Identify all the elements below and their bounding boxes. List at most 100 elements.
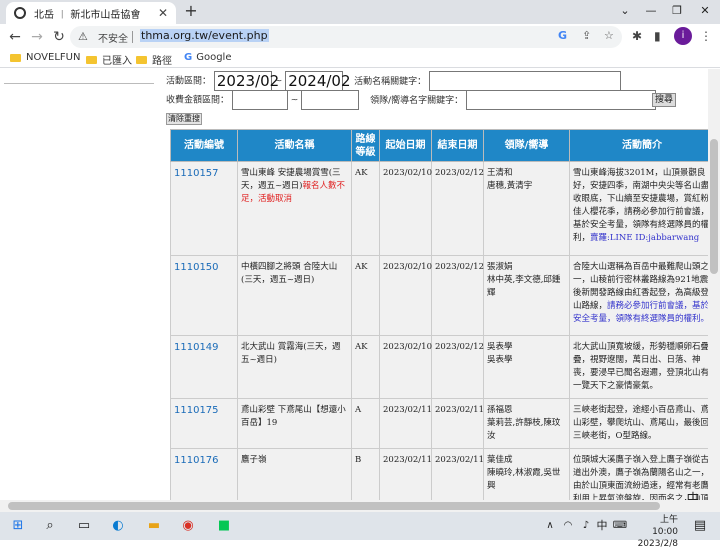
name-keyword-label: 活動名稱關鍵字：: [354, 76, 427, 87]
google-lens-icon[interactable]: G: [558, 29, 567, 42]
reload-icon[interactable]: ↻: [50, 28, 68, 46]
extensions-icon[interactable]: ✱: [632, 29, 642, 43]
col-header-id[interactable]: 活動編號: [170, 129, 238, 162]
new-tab-button[interactable]: +: [182, 2, 200, 20]
folder-icon: [10, 53, 21, 62]
chrome-icon[interactable]: ◉: [178, 516, 198, 536]
google-icon: G: [184, 52, 193, 63]
event-id-link[interactable]: 1110150: [170, 255, 238, 336]
edge-icon[interactable]: ◐: [108, 516, 128, 536]
event-start: 2023/02/11: [379, 398, 432, 449]
search-button[interactable]: 搜尋: [652, 93, 676, 107]
table-row: 1110157 雪山東峰 安捷農場賞雪(三天，週五~週日)報名人數不足，活動取消…: [170, 161, 708, 256]
window-close-button[interactable]: ✕: [690, 0, 720, 24]
event-table: 活動編號 活動名稱 路線等級 起始日期 結束日期 領隊/嚮導 活動簡介 1110…: [170, 129, 708, 500]
event-id-link[interactable]: 1110175: [170, 398, 238, 449]
vertical-scroll-thumb[interactable]: [710, 139, 718, 274]
bookmark-google[interactable]: G Google: [184, 52, 231, 63]
event-name: 中橫四腳之將頭 合陸大山(三天，週五~週日): [237, 255, 352, 336]
event-leaders: 張淑娟 林中英,李文德,邱鍾輝: [483, 255, 570, 336]
chinese-input-icon[interactable]: 中: [682, 489, 704, 500]
windows-start-icon[interactable]: ⊞: [8, 516, 28, 536]
task-view-icon[interactable]: ▭: [74, 516, 94, 536]
event-name: 雪山東峰 安捷農場賞雪(三天，週五~週日)報名人數不足，活動取消: [237, 161, 352, 256]
wifi-icon[interactable]: ◠: [558, 516, 578, 536]
event-id-link[interactable]: 1110176: [170, 448, 238, 500]
leader-keyword-label: 領隊/嚮導名字關鍵字：: [370, 95, 464, 106]
ime-indicator[interactable]: 中: [592, 516, 612, 536]
web-page: 活動區間： 2023/02 ~ 2024/02 活動名稱關鍵字： 收費金額區間：…: [0, 69, 708, 500]
table-row: 1110176 鷹子嶺 B 2023/02/11 2023/02/11 葉佳成 …: [170, 448, 708, 500]
windows-taskbar: ⊞ ⌕ ▭ ◐ ▬ ◉ ■ ∧ ◠ ♪ 中 ⌨ 上午 10:00 2023/2/…: [0, 512, 720, 549]
date-from-select[interactable]: 2023/02: [213, 71, 279, 91]
clear-button[interactable]: 清除重搜: [166, 113, 202, 125]
col-header-intro[interactable]: 活動簡介: [569, 129, 708, 162]
event-name: 北大武山 賞霧海(三天，週五~週日): [237, 335, 352, 399]
profile-avatar[interactable]: i: [674, 27, 692, 45]
url-text[interactable]: thma.org.tw/event.php: [140, 29, 269, 42]
col-header-start[interactable]: 起始日期: [379, 129, 432, 162]
event-name: 鳶山彩壁 下鳶尾山【想還小百岳】19: [237, 398, 352, 449]
clock-time: 上午 10:00: [652, 515, 678, 537]
horizontal-scrollbar[interactable]: [0, 500, 720, 512]
event-content: 活動區間： 2023/02 ~ 2024/02 活動名稱關鍵字： 收費金額區間：…: [166, 69, 708, 500]
search-icon[interactable]: ⌕: [40, 516, 60, 536]
side-panel-icon[interactable]: ▮: [654, 29, 661, 43]
table-header-row: 活動編號 活動名稱 路線等級 起始日期 結束日期 領隊/嚮導 活動簡介: [170, 129, 708, 162]
active-tab[interactable]: 北岳 ︱ 新北市山岳協會 ✕: [6, 2, 176, 24]
divider: [132, 31, 133, 43]
name-keyword-input[interactable]: [428, 71, 621, 91]
line-app-icon[interactable]: ■: [214, 516, 234, 536]
close-tab-icon[interactable]: ✕: [158, 6, 168, 20]
event-intro-link[interactable]: 賣羅:LINE ID:jabbarwang: [590, 233, 699, 243]
menu-dots-icon[interactable]: ⋮: [700, 29, 712, 43]
date-range-row: 活動區間： 2023/02 ~ 2024/02 活動名稱關鍵字：: [166, 71, 621, 91]
col-header-name[interactable]: 活動名稱: [237, 129, 352, 162]
system-clock[interactable]: 上午 10:00 2023/2/8: [632, 514, 678, 550]
vertical-scrollbar[interactable]: [708, 69, 720, 500]
event-leaders: 吳表學 吳表學: [483, 335, 570, 399]
event-intro: 合陸大山選稱為百岳中最難爬山頭之一，山稜前行密林叢路線為921地震後新開發路線由…: [569, 255, 708, 336]
folder-icon: [86, 55, 97, 64]
warning-icon[interactable]: ⚠: [78, 30, 88, 43]
fee-range-label: 收費金額區間：: [166, 95, 230, 106]
event-end: 2023/02/12: [431, 335, 484, 399]
table-row: 1110150 中橫四腳之將頭 合陸大山(三天，週五~週日) AK 2023/0…: [170, 255, 708, 336]
tab-title: 北岳 ︱ 新北市山岳協會: [34, 9, 141, 21]
back-arrow-icon[interactable]: ←: [6, 28, 24, 46]
bookmark-label: 路徑: [152, 56, 172, 67]
bookmark-label: NOVELFUN: [26, 52, 81, 63]
notification-icon[interactable]: ▤: [690, 516, 710, 536]
keyboard-icon[interactable]: ⌨: [610, 516, 630, 536]
event-id-link[interactable]: 1110157: [170, 161, 238, 256]
bookmark-imported[interactable]: 已匯入: [86, 52, 132, 67]
event-start: 2023/02/10: [379, 335, 432, 399]
event-level: B: [351, 448, 380, 500]
sidebar-divider: [4, 83, 154, 84]
event-id-link[interactable]: 1110149: [170, 335, 238, 399]
address-bar[interactable]: ⚠ 不安全 thma.org.tw/event.php G ⇪ ☆: [70, 26, 622, 48]
leader-keyword-input[interactable]: [465, 90, 656, 110]
event-leaders: 王清和 唐穗,黃清宇: [483, 161, 570, 256]
fee-max-input[interactable]: [301, 90, 360, 110]
bookmark-star-icon[interactable]: ☆: [604, 29, 614, 42]
bookmark-novelfun[interactable]: NOVELFUN: [10, 52, 80, 63]
event-level: A: [351, 398, 380, 449]
fee-min-input[interactable]: [231, 90, 288, 110]
tab-strip: 北岳 ︱ 新北市山岳協會 ✕ + ⌄ — ❐ ✕: [0, 0, 720, 24]
col-header-end[interactable]: 結束日期: [431, 129, 484, 162]
event-start: 2023/02/10: [379, 255, 432, 336]
col-header-leader[interactable]: 領隊/嚮導: [483, 129, 570, 162]
tray-chevron-icon[interactable]: ∧: [540, 516, 560, 536]
forward-arrow-icon[interactable]: →: [28, 28, 46, 46]
insecure-label[interactable]: 不安全: [98, 30, 128, 45]
date-to-select[interactable]: 2024/02: [285, 71, 351, 91]
share-icon[interactable]: ⇪: [582, 29, 591, 42]
bookmark-path[interactable]: 路徑: [136, 52, 172, 67]
col-header-level[interactable]: 路線等級: [351, 129, 380, 162]
bookmark-label: 已匯入: [102, 56, 132, 67]
tilde: ~: [290, 95, 299, 106]
restore-button[interactable]: ❐: [662, 0, 692, 24]
horizontal-scroll-thumb[interactable]: [8, 502, 660, 510]
file-explorer-icon[interactable]: ▬: [144, 516, 164, 536]
